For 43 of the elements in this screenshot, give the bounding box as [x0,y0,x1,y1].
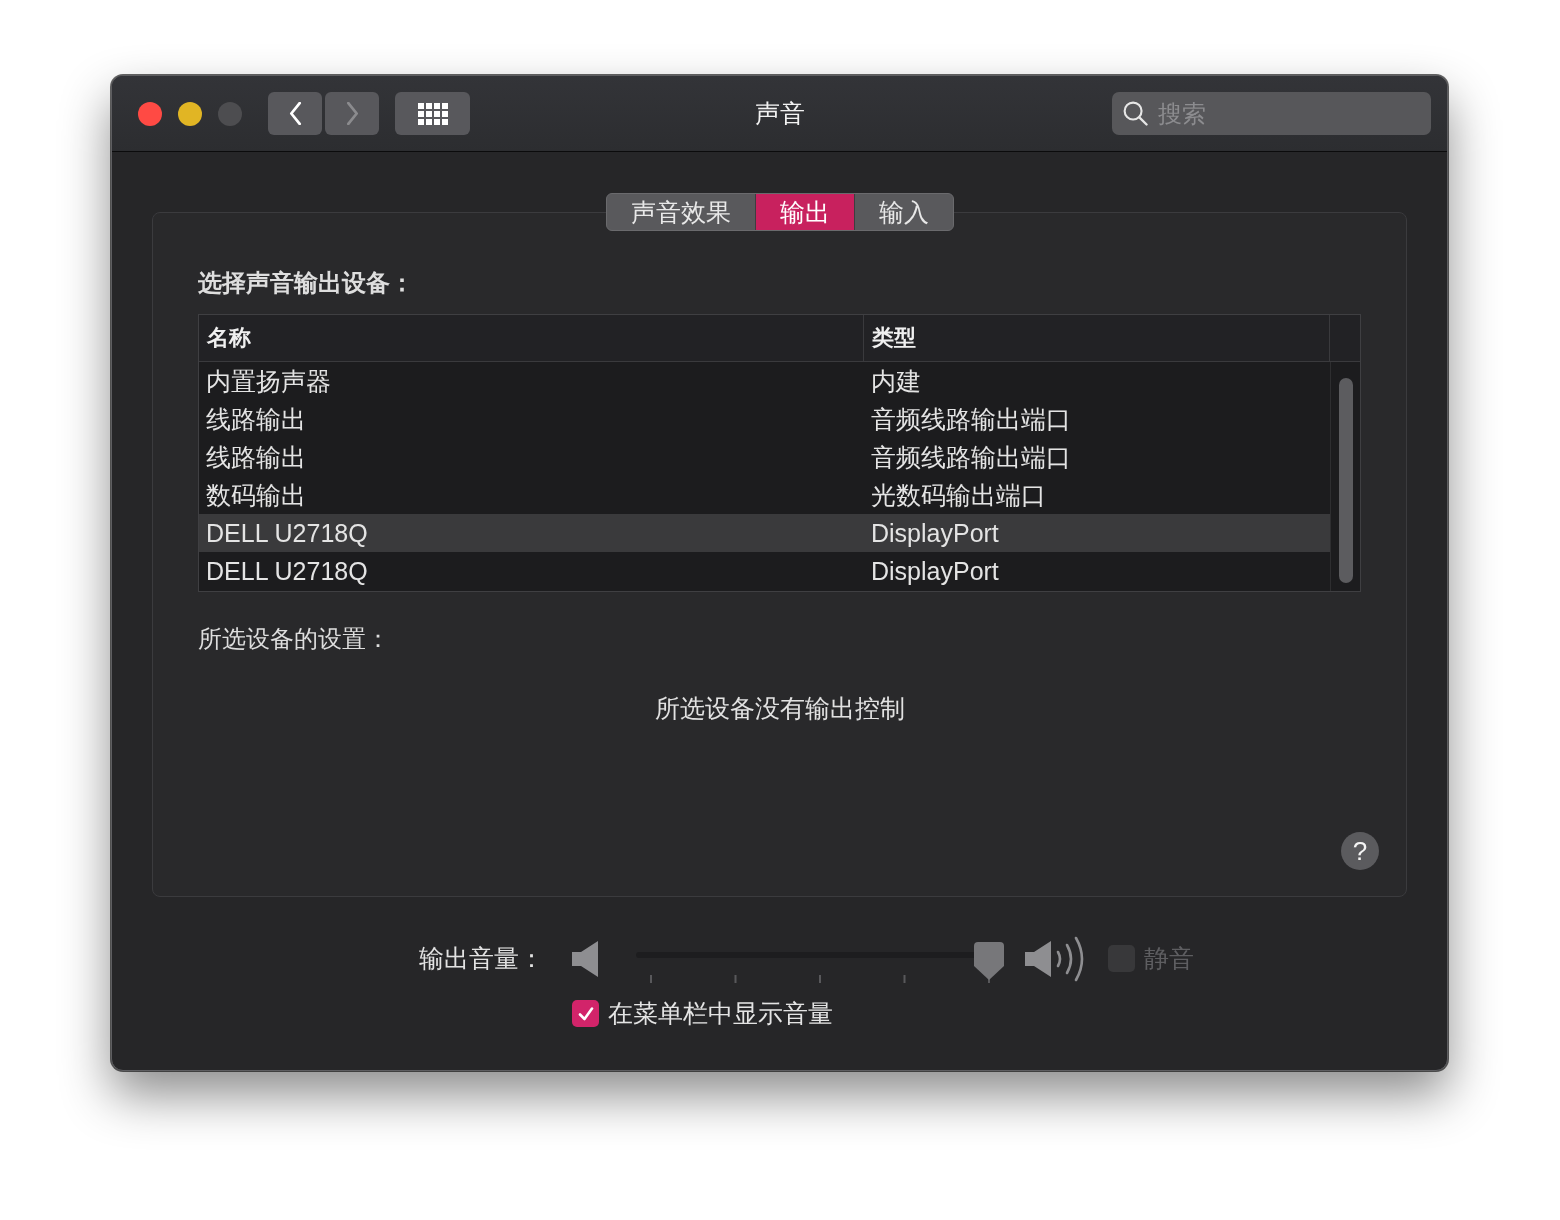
close-icon[interactable] [138,101,162,126]
table-cell-text: DisplayPort [870,556,999,586]
device-row[interactable]: 数码输出 光数码输出端口 [199,476,1330,514]
slider-thumb[interactable] [974,942,1004,980]
table-cell-text: 数码输出 [205,479,306,511]
section-heading: 所选设备的设置： [198,625,390,653]
table-cell-text: 音频线路输出端口 [870,403,1071,435]
table-cell-text: 线路输出 [205,403,306,435]
device-row[interactable]: DELL U2718Q DisplayPort [199,552,1330,590]
back-button[interactable] [268,92,322,135]
scrollbar-thumb[interactable] [1339,378,1353,583]
device-row[interactable]: 内置扬声器 内建 [199,362,1330,400]
table-cell-text: 音频线路输出端口 [870,441,1071,473]
window-title: 声音 [754,98,805,129]
menu-bar-checkbox[interactable] [572,1000,599,1027]
tab[interactable]: 输出 [754,194,854,230]
volume-slider[interactable] [636,942,1004,983]
table-cell-text: DisplayPort [870,518,999,548]
show-all-button[interactable] [395,92,470,135]
grid-icon [417,102,448,125]
column-header[interactable]: 名称 [199,315,864,361]
volume-label: 输出音量： [419,943,545,974]
chevron-left-icon [288,102,302,125]
device-row[interactable]: DELL U2718Q DisplayPort [199,514,1330,552]
chevron-right-icon [345,102,359,125]
table-cell-text: 线路输出 [205,441,306,473]
column-header[interactable]: 类型 [864,315,1330,361]
checkbox-label[interactable]: 在菜单栏中显示音量 [608,997,833,1030]
status-message: 所选设备没有输出控制 [654,693,905,723]
device-row[interactable]: 线路输出 音频线路输出端口 [199,400,1330,438]
tab[interactable]: 输入 [853,194,953,230]
table-cell-text: 光数码输出端口 [870,479,1046,511]
table-cell-text: DELL U2718Q [205,556,368,586]
speaker-low-icon [572,940,598,977]
tab[interactable]: 声音效果 [606,194,755,230]
table-cell-text: DELL U2718Q [205,518,368,548]
section-heading: 选择声音输出设备： [198,269,414,297]
help-button[interactable]: ? [1341,832,1379,870]
table-cell-text: 内建 [870,365,921,397]
device-row[interactable]: 线路输出 音频线路输出端口 [199,438,1330,476]
table-cell-text: 内置扬声器 [205,365,331,397]
minimize-icon[interactable] [178,101,202,126]
search-icon [1123,101,1148,126]
